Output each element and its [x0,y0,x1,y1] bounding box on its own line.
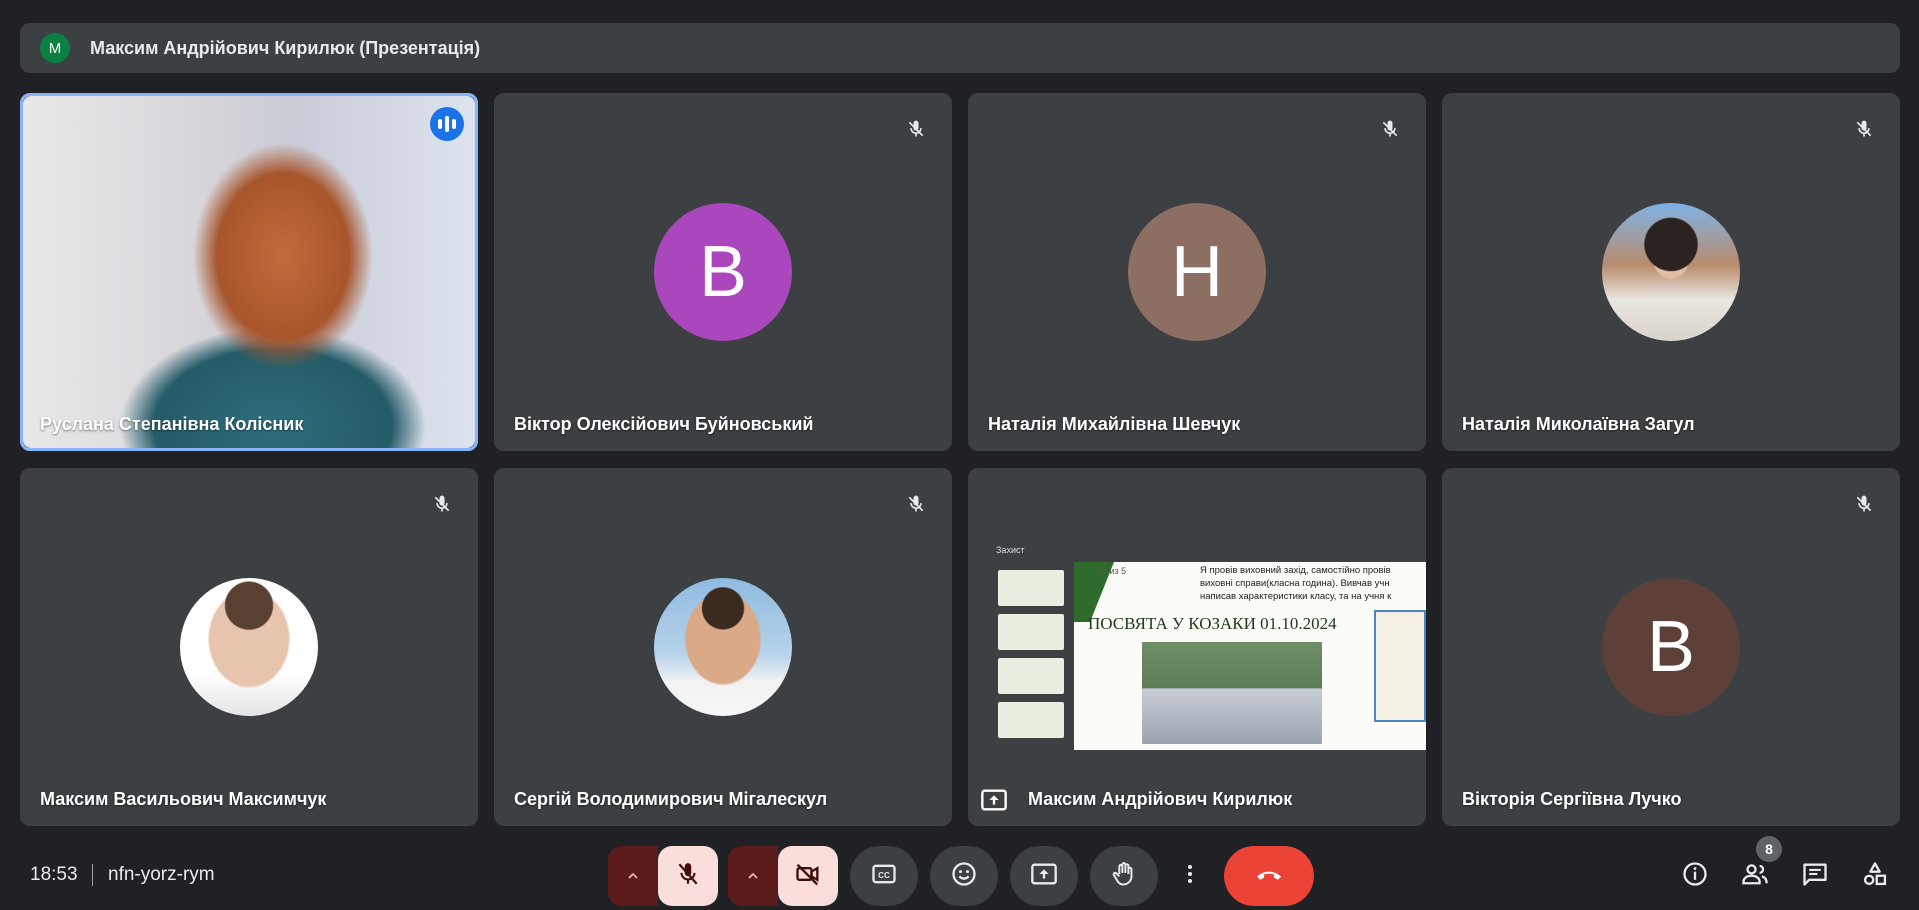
slide-thumbnail [998,702,1064,738]
presentation-toolbar: Захист [968,540,1426,562]
slide-title: ПОСВЯТА У КОЗАКИ 01.10.2024 [1088,614,1337,633]
people-icon [1740,860,1770,893]
end-call-icon [1253,858,1285,895]
mic-off-icon [426,488,458,520]
slide-text: Я провів виховний захід, самостійно пров… [1200,565,1392,602]
participant-name: Максим Васильович Максимчук [40,789,327,809]
mic-off-icon [675,861,701,892]
participant-tile[interactable]: В Віктор Олексійович Буйновський [494,93,952,451]
participant-name: Руслана Степанівна Колісник [40,414,304,434]
present-icon [1030,860,1058,893]
shared-screen: Захист 5 из 5 Я провів виховний захід, с… [968,540,1426,750]
participant-avatar: Н [1128,203,1266,341]
mic-off-icon [1848,488,1880,520]
slide-photo [1142,642,1322,744]
people-button[interactable] [1735,856,1775,896]
participant-name: Віктор Олексійович Буйновський [514,414,814,434]
present-now-button[interactable] [1010,846,1078,906]
camera-off-icon [794,860,822,893]
reactions-button[interactable] [930,846,998,906]
captions-button[interactable]: CC [850,846,918,906]
presentation-banner[interactable]: M Максим Андрійович Кирилюк (Презентація… [20,23,1900,73]
participant-name: Наталія Михайлівна Шевчук [988,414,1241,434]
participant-tile[interactable]: Н Наталія Михайлівна Шевчук [968,93,1426,451]
camera-toggle-button[interactable] [778,846,838,906]
speaking-indicator-icon [430,107,464,141]
present-to-all-icon [980,786,1008,814]
slide-counter: 5 из 5 [1102,566,1127,576]
current-slide: 5 из 5 Я провів виховний захід, самостій… [1074,562,1426,750]
svg-text:CC: CC [878,871,890,880]
captions-icon: CC [870,860,898,893]
presenter-avatar: M [40,33,70,63]
participant-avatar: В [654,203,792,341]
raise-hand-button[interactable] [1090,846,1158,906]
presentation-title: Максим Андрійович Кирилюк (Презентація) [90,37,481,58]
participant-name: Сергій Володимирович Мігалескул [514,789,828,809]
leave-call-button[interactable] [1224,846,1314,906]
participant-photo [180,578,318,716]
slide-document-preview [1374,610,1426,722]
slide-thumbnail [998,570,1064,606]
mic-off-icon [1374,113,1406,145]
presentation-app-tab: Захист [996,545,1025,555]
participant-tile[interactable]: Сергій Володимирович Мігалескул [494,468,952,826]
slide-thumbnails [968,562,1074,750]
participant-name: Вікторія Сергіївна Лучко [1462,789,1682,809]
chat-icon [1801,860,1829,893]
microphone-control [608,846,718,906]
camera-control [728,846,838,906]
participant-tile[interactable]: Максим Васильович Максимчук [20,468,478,826]
mic-off-icon [900,113,932,145]
screen-share-tile[interactable]: Захист 5 из 5 Я провів виховний захід, с… [968,468,1426,826]
chat-button[interactable] [1795,856,1835,896]
slide-thumbnail [998,658,1064,694]
mic-off-icon [900,488,932,520]
activities-button[interactable] [1855,856,1895,896]
mic-toggle-button[interactable] [658,846,718,906]
participant-photo [654,578,792,716]
participant-name: Максим Андрійович Кирилюк [1028,789,1293,809]
mic-off-icon [1848,113,1880,145]
participant-name: Наталія Миколаївна Загул [1462,414,1695,434]
meeting-controls-bar: 18:53 nfn-yorz-rym CC 8 [0,830,1919,910]
participant-avatar: В [1602,578,1740,716]
meeting-code: nfn-yorz-rym [108,864,215,885]
divider [92,864,93,886]
current-time: 18:53 [30,864,78,885]
audio-settings-button[interactable] [608,846,658,906]
more-options-button[interactable] [1170,846,1210,906]
participant-tile[interactable]: Руслана Степанівна Колісник [20,93,478,451]
video-settings-button[interactable] [728,846,778,906]
participant-photo [1602,203,1740,341]
emoji-icon [950,860,978,893]
info-icon [1681,860,1709,893]
participant-video [23,96,475,448]
hand-icon [1110,860,1138,893]
participant-tile[interactable]: В Вікторія Сергіївна Лучко [1442,468,1900,826]
meeting-details-button[interactable] [1675,856,1715,896]
activities-icon [1861,860,1889,893]
participant-tile[interactable]: Наталія Миколаївна Загул [1442,93,1900,451]
slide-thumbnail [998,614,1064,650]
more-vert-icon [1178,860,1202,893]
